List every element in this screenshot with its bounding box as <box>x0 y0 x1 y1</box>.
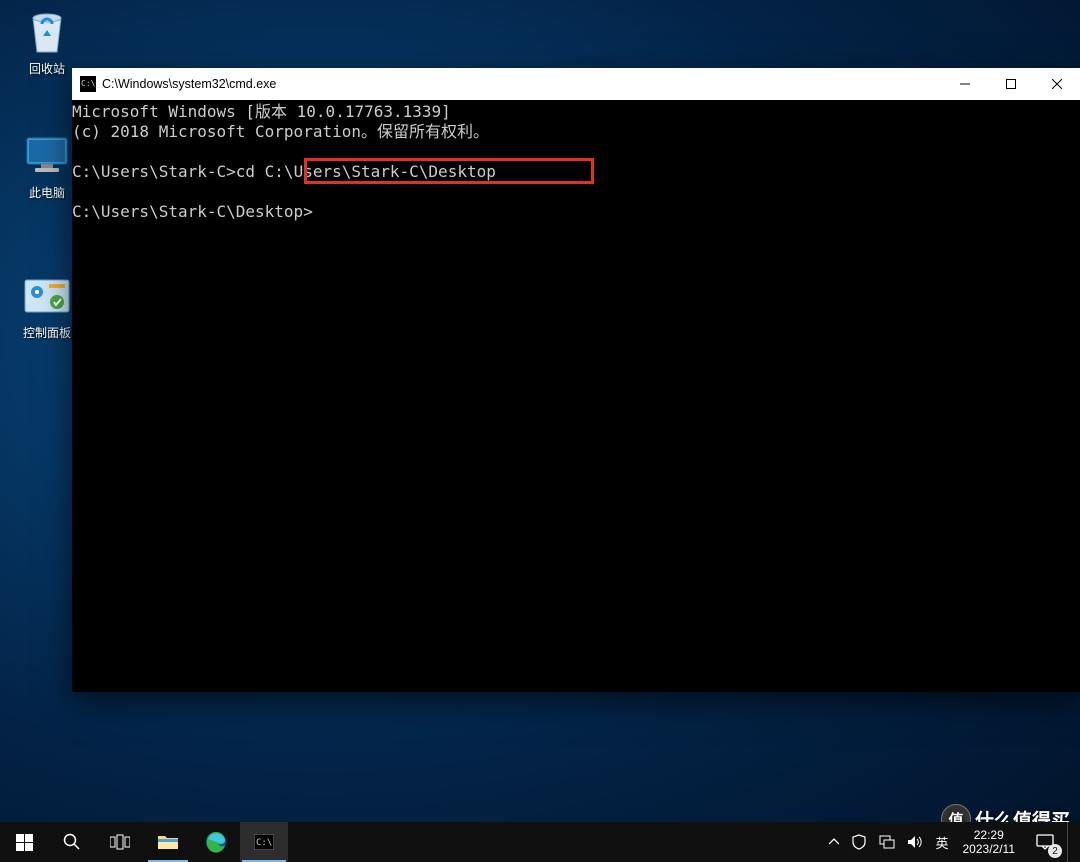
cmd-window: C:\Windows\system32\cmd.exe Microsoft Wi… <box>72 68 1080 692</box>
taskbar-spacer <box>288 822 823 862</box>
ime-label: 英 <box>935 833 948 852</box>
cmd-title-text: C:\Windows\system32\cmd.exe <box>102 77 942 91</box>
windows-logo-icon <box>16 834 33 851</box>
taskbar-app-file-explorer[interactable] <box>144 822 192 862</box>
search-icon <box>63 833 81 851</box>
show-desktop-button[interactable] <box>1067 822 1080 862</box>
tray-clock[interactable]: 22:29 2023/2/11 <box>955 822 1024 862</box>
cmd-titlebar[interactable]: C:\Windows\system32\cmd.exe <box>72 68 1080 100</box>
cmd-taskbar-icon: C:\ <box>254 834 274 850</box>
this-pc-icon <box>23 132 71 180</box>
start-button[interactable] <box>0 822 48 862</box>
tray-security-icon[interactable] <box>845 822 873 862</box>
cmd-output-line: Microsoft Windows [版本 10.0.17763.1339] <box>72 102 451 121</box>
maximize-button[interactable] <box>988 68 1034 100</box>
recycle-bin-icon <box>23 8 71 56</box>
task-view-button[interactable] <box>96 822 144 862</box>
cmd-entered-command: cd C:\Users\Stark-C\Desktop <box>236 162 496 181</box>
speaker-icon <box>907 835 923 849</box>
tray-overflow-button[interactable] <box>823 822 845 862</box>
tray-volume-button[interactable] <box>901 822 929 862</box>
cmd-output-line: (c) 2018 Microsoft Corporation。保留所有权利。 <box>72 122 489 141</box>
close-button[interactable] <box>1034 68 1080 100</box>
notification-count-badge: 2 <box>1048 844 1062 858</box>
minimize-button[interactable] <box>942 68 988 100</box>
tray-date: 2023/2/11 <box>963 842 1016 856</box>
shield-icon <box>851 834 867 850</box>
cmd-prompt: C:\Users\Stark-C> <box>72 162 236 181</box>
taskbar-app-cmd[interactable]: C:\ <box>240 822 288 862</box>
file-explorer-icon <box>157 833 179 851</box>
task-view-icon <box>110 834 130 850</box>
tray-ime-button[interactable]: 英 <box>929 822 954 862</box>
tray-network-button[interactable] <box>873 822 901 862</box>
taskbar: C:\ 英 22:29 2023/ <box>0 822 1080 862</box>
svg-text:C:\: C:\ <box>256 838 272 848</box>
cmd-prompt: C:\Users\Stark-C\Desktop> <box>72 202 313 221</box>
control-panel-icon <box>23 272 71 320</box>
cmd-body[interactable]: Microsoft Windows [版本 10.0.17763.1339] (… <box>72 100 1080 692</box>
action-center-button[interactable]: 2 <box>1023 822 1067 862</box>
desktop-icon-recycle-bin[interactable]: 回收站 <box>10 8 84 77</box>
edge-icon <box>205 831 227 853</box>
chevron-up-icon <box>829 837 839 847</box>
search-button[interactable] <box>48 822 96 862</box>
taskbar-app-edge[interactable] <box>192 822 240 862</box>
tray-time: 22:29 <box>974 828 1004 842</box>
cmd-icon <box>80 76 96 92</box>
network-icon <box>879 835 895 849</box>
system-tray: 英 22:29 2023/2/11 2 <box>823 822 1080 862</box>
